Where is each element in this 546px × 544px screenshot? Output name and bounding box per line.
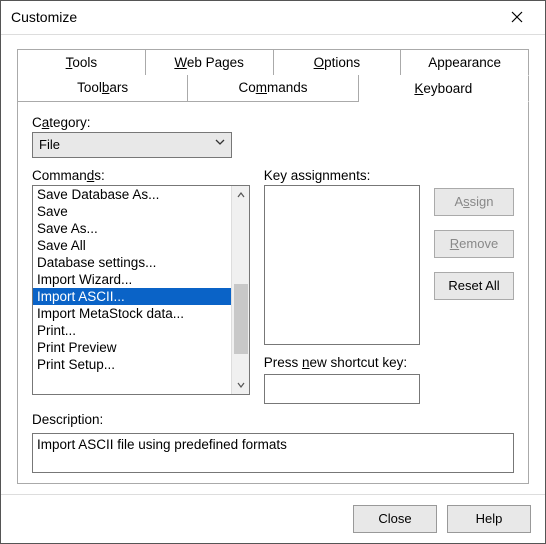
scrollbar[interactable] [231, 186, 249, 394]
tab-keyboard[interactable]: Keyboard [359, 75, 529, 102]
tab-row-top: Tools Web Pages Options Appearance [17, 49, 529, 75]
list-item[interactable]: Import ASCII... [33, 288, 231, 305]
tab-tools[interactable]: Tools [17, 49, 146, 75]
tab-toolbars[interactable]: Toolbars [17, 75, 188, 102]
dialog-footer: Close Help [1, 494, 545, 543]
assign-button[interactable]: Assign [434, 188, 514, 216]
pressnew-label: Press new shortcut key: [264, 355, 420, 370]
commands-label: Commands: [32, 168, 250, 183]
tab-appearance[interactable]: Appearance [401, 49, 529, 75]
list-item[interactable]: Import MetaStock data... [33, 305, 231, 322]
scroll-thumb[interactable] [234, 284, 248, 354]
list-item[interactable]: Save As... [33, 220, 231, 237]
scroll-down-icon[interactable] [232, 376, 250, 394]
tab-commands[interactable]: Commands [188, 75, 358, 102]
tab-panel-keyboard: Category: File Commands: Save Database A… [17, 101, 529, 484]
scroll-up-icon[interactable] [232, 186, 250, 204]
list-item[interactable]: Save All [33, 237, 231, 254]
list-item[interactable]: Print Setup... [33, 356, 231, 373]
close-icon[interactable] [497, 2, 537, 32]
window-title: Customize [11, 9, 77, 25]
chevron-down-icon [215, 137, 225, 150]
shortcut-input[interactable] [264, 374, 420, 404]
keyassignments-listbox[interactable] [264, 185, 420, 345]
help-button[interactable]: Help [447, 505, 531, 533]
description-box: Import ASCII file using predefined forma… [32, 433, 514, 473]
category-label: Category: [32, 115, 514, 130]
close-button[interactable]: Close [353, 505, 437, 533]
tab-row-bottom: Toolbars Commands Keyboard [17, 75, 529, 102]
customize-dialog: Customize Tools Web Pages Options Appear… [0, 0, 546, 544]
tab-webpages[interactable]: Web Pages [146, 49, 274, 75]
list-item[interactable]: Save [33, 203, 231, 220]
keyassignments-label: Key assignments: [264, 168, 420, 183]
category-value: File [39, 137, 60, 152]
description-label: Description: [32, 412, 514, 427]
list-item[interactable]: Database settings... [33, 254, 231, 271]
remove-button[interactable]: Remove [434, 230, 514, 258]
list-item[interactable]: Print Preview [33, 339, 231, 356]
resetall-button[interactable]: Reset All [434, 272, 514, 300]
dialog-body: Tools Web Pages Options Appearance Toolb… [1, 35, 545, 494]
category-dropdown[interactable]: File [32, 132, 232, 158]
list-item[interactable]: Print... [33, 322, 231, 339]
titlebar: Customize [1, 1, 545, 35]
list-item[interactable]: Import Wizard... [33, 271, 231, 288]
list-item[interactable]: Save Database As... [33, 186, 231, 203]
tab-options[interactable]: Options [274, 49, 402, 75]
commands-listbox[interactable]: Save Database As...SaveSave As...Save Al… [32, 185, 250, 395]
